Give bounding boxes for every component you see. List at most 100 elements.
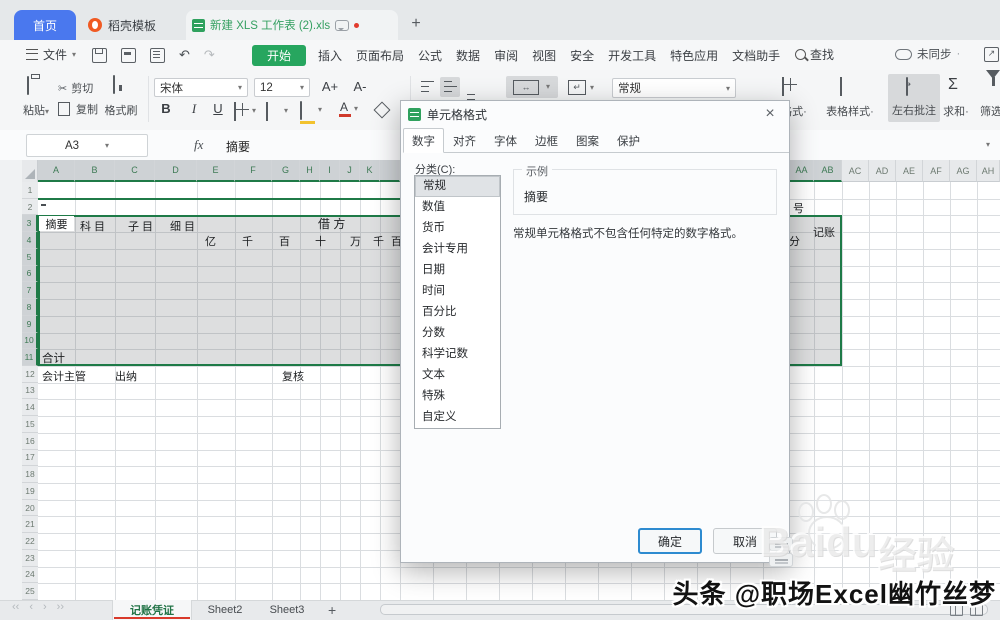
print-preview-icon[interactable] [150, 48, 165, 63]
col-header-K[interactable]: K [360, 160, 380, 182]
align-top-button[interactable] [420, 81, 435, 94]
row-header-2[interactable]: 2 [22, 199, 38, 216]
grow-font-button[interactable]: A+ [318, 79, 342, 94]
cut-button[interactable]: ✂ 剪切 [58, 80, 93, 96]
col-header-AC[interactable]: AC [842, 160, 869, 182]
row-header-7[interactable]: 7 [22, 282, 38, 299]
find-button[interactable]: 查找 [795, 46, 834, 63]
borders-button[interactable]: ▾ [234, 103, 236, 121]
row-header-17[interactable]: 17 [22, 450, 38, 467]
ribbon-tab-数据[interactable]: 数据 [456, 47, 480, 64]
row-header-16[interactable]: 16 [22, 433, 38, 450]
category-item-日期[interactable]: 日期 [415, 260, 500, 281]
category-item-文本[interactable]: 文本 [415, 365, 500, 386]
select-all-corner[interactable] [22, 160, 38, 182]
eraser-button[interactable] [376, 104, 388, 116]
col-header-AG[interactable]: AG [950, 160, 977, 182]
number-format-select[interactable]: 常规▾ [612, 78, 736, 98]
tab-document[interactable]: 新建 XLS 工作表 (2).xls [186, 10, 398, 40]
col-header-AE[interactable]: AE [896, 160, 923, 182]
active-cell-a3[interactable]: 摘要 [39, 216, 74, 231]
merge-style-button[interactable]: ▾ [266, 103, 268, 121]
horizontal-scrollbar[interactable] [380, 604, 988, 615]
row-header-14[interactable]: 14 [22, 399, 38, 416]
category-item-特殊[interactable]: 特殊 [415, 386, 500, 407]
sheet-tab-Sheet3[interactable]: Sheet3 [258, 600, 316, 620]
ribbon-tab-安全[interactable]: 安全 [570, 47, 594, 64]
col-header-F[interactable]: F [235, 160, 272, 182]
format-painter-button[interactable]: 格式刷 [98, 74, 144, 122]
annotate-button[interactable]: 左右批注 [888, 74, 940, 122]
ribbon-tab-审阅[interactable]: 审阅 [494, 47, 518, 64]
dialog-tab-对齐[interactable]: 对齐 [444, 128, 485, 153]
category-item-数值[interactable]: 数值 [415, 197, 500, 218]
ribbon-tab-公式[interactable]: 公式 [418, 47, 442, 64]
col-header-partial[interactable] [380, 160, 400, 182]
col-header-H[interactable]: H [300, 160, 320, 182]
file-menu-button[interactable]: 文件 ▾ [26, 46, 76, 63]
table-style-button[interactable] [840, 78, 842, 96]
ribbon-tab-视图[interactable]: 视图 [532, 47, 556, 64]
first-sheet-icon[interactable]: ‹‹ [12, 601, 19, 613]
sync-status[interactable]: 未同步 · [895, 46, 960, 62]
ribbon-tab-特色应用[interactable]: 特色应用 [670, 47, 718, 64]
row-header-19[interactable]: 19 [22, 483, 38, 500]
formula-value[interactable]: 摘要 [226, 138, 250, 155]
col-header-G[interactable]: G [272, 160, 300, 182]
row-header-23[interactable]: 23 [22, 550, 38, 567]
align-middle-button[interactable] [440, 77, 460, 97]
col-header-AA[interactable]: AA [790, 160, 814, 182]
dialog-tab-字体[interactable]: 字体 [485, 128, 526, 153]
category-item-时间[interactable]: 时间 [415, 281, 500, 302]
row-header-6[interactable]: 6 [22, 266, 38, 283]
sheet-nav-arrows[interactable]: ‹‹ ‹ › ›› [12, 601, 64, 613]
ribbon-tab-文档助手[interactable]: 文档助手 [732, 47, 780, 64]
col-header-AH[interactable]: AH [977, 160, 1000, 182]
col-header-I[interactable]: I [320, 160, 340, 182]
col-header-J[interactable]: J [340, 160, 360, 182]
print-icon[interactable] [121, 48, 136, 63]
dialog-close-button[interactable]: × [761, 105, 779, 123]
dialog-tab-保护[interactable]: 保护 [608, 128, 649, 153]
row-header-1[interactable]: 1 [22, 182, 38, 199]
share-icon[interactable]: ↗ [984, 47, 999, 62]
ribbon-tab-插入[interactable]: 插入 [318, 47, 342, 64]
category-item-分数[interactable]: 分数 [415, 323, 500, 344]
widget-button-top[interactable] [769, 537, 793, 551]
ribbon-tab-页面布局[interactable]: 页面布局 [356, 47, 404, 64]
category-item-科学记数[interactable]: 科学记数 [415, 344, 500, 365]
dialog-tab-边框[interactable]: 边框 [526, 128, 567, 153]
add-sheet-button[interactable]: + [328, 602, 336, 618]
row-header-10[interactable]: 10 [22, 333, 38, 350]
underline-button[interactable]: U [208, 101, 228, 116]
row-header-13[interactable]: 13 [22, 383, 38, 400]
row-header-24[interactable]: 24 [22, 567, 38, 584]
col-header-AB[interactable]: AB [814, 160, 842, 182]
tab-home[interactable]: 首页 [14, 10, 76, 40]
row-header-21[interactable]: 21 [22, 516, 38, 533]
font-size-select[interactable]: 12▾ [254, 78, 310, 97]
sheet-tab-Sheet2[interactable]: Sheet2 [196, 600, 254, 620]
tab-docer[interactable]: 稻壳模板 [80, 10, 184, 40]
prev-sheet-icon[interactable]: ‹ [29, 601, 33, 613]
category-item-会计专用[interactable]: 会计专用 [415, 239, 500, 260]
category-item-自定义[interactable]: 自定义 [415, 407, 500, 428]
merge-center-button[interactable]: ↔ ▾ [506, 76, 558, 98]
ok-button[interactable]: 确定 [638, 528, 702, 554]
dialog-tab-图案[interactable]: 图案 [567, 128, 608, 153]
comment-bubble-icon[interactable] [335, 20, 349, 31]
view-normal-icon[interactable] [950, 603, 963, 616]
row-header-5[interactable]: 5 [22, 249, 38, 266]
fill-color-button[interactable]: ▾ [300, 102, 302, 120]
widget-button-bottom[interactable] [769, 553, 793, 567]
col-header-E[interactable]: E [197, 160, 235, 182]
shrink-font-button[interactable]: A- [348, 79, 372, 94]
last-sheet-icon[interactable]: ›› [57, 601, 64, 613]
paste-button[interactable]: 粘贴▾ [16, 74, 56, 122]
next-sheet-icon[interactable]: › [43, 601, 47, 613]
ribbon-tab-start[interactable]: 开始 [252, 45, 306, 66]
new-tab-button[interactable]: + [406, 14, 426, 34]
row-header-18[interactable]: 18 [22, 466, 38, 483]
category-item-百分比[interactable]: 百分比 [415, 302, 500, 323]
row-header-4[interactable]: 4 [22, 232, 38, 249]
